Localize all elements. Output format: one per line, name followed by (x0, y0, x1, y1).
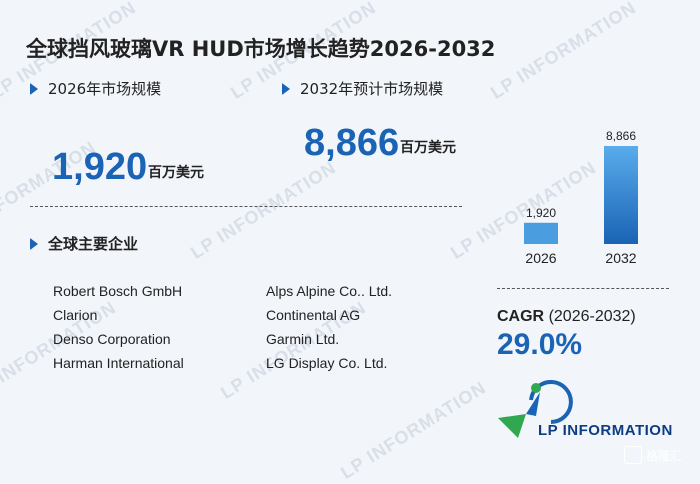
category-label-2032: 2032 (605, 250, 636, 266)
value-2026: 1,920 (52, 146, 148, 188)
source-badge: 格隆汇 (624, 446, 682, 464)
value-2032: 8,866 (304, 122, 400, 164)
company-name: Denso Corporation (53, 331, 171, 347)
cagr-label: CAGR (2026-2032) (497, 308, 636, 326)
companies-heading: 全球主要企业 (30, 233, 138, 254)
section-2026-label: 2026年市场规模 (48, 80, 162, 98)
watermark: LP INFORMATION (487, 0, 640, 103)
section-2032-label: 2032年预计市场规模 (300, 80, 444, 98)
arrow-icon (30, 237, 38, 250)
bar-chart: 1,920 2026 8,866 2032 (524, 129, 638, 266)
unit-2032: 百万美元 (400, 140, 456, 156)
cagr-value: 29.0% (497, 328, 583, 361)
section-2026-heading: 2026年市场规模 (30, 78, 161, 99)
data-label-2032: 8,866 (606, 129, 636, 143)
watermark: LP INFORMATION (337, 377, 490, 483)
company-name: Harman International (53, 355, 184, 371)
watermark: LP INFORMATION (187, 157, 340, 263)
bar-2032 (604, 146, 638, 244)
data-label-2026: 1,920 (526, 206, 556, 220)
section-2032-heading: 2032年预计市场规模 (282, 78, 443, 99)
arrow-icon (282, 82, 290, 95)
logo-text: LP INFORMATION (538, 422, 673, 439)
divider (30, 206, 462, 207)
companies-heading-label: 全球主要企业 (48, 235, 139, 253)
unit-2026: 百万美元 (148, 165, 204, 181)
company-name: LG Display Co. Ltd. (266, 355, 388, 371)
category-label-2026: 2026 (525, 250, 556, 266)
company-name: Continental AG (266, 307, 361, 323)
company-name: Robert Bosch GmbH (53, 283, 183, 299)
cagr-title: CAGR (497, 308, 545, 325)
page-title: 全球挡风玻璃VR HUD市场增长趋势2026-2032 (26, 37, 496, 61)
bar-2026 (524, 222, 558, 244)
company-name: Clarion (53, 307, 98, 323)
cagr-period: (2026-2032) (548, 308, 636, 325)
company-name: Garmin Ltd. (266, 331, 340, 347)
chart-divider (497, 288, 669, 289)
arrow-icon (30, 82, 38, 95)
badge-text: 格隆汇 (646, 448, 683, 463)
badge-icon (624, 446, 642, 464)
company-name: Alps Alpine Co.. Ltd. (266, 283, 393, 299)
